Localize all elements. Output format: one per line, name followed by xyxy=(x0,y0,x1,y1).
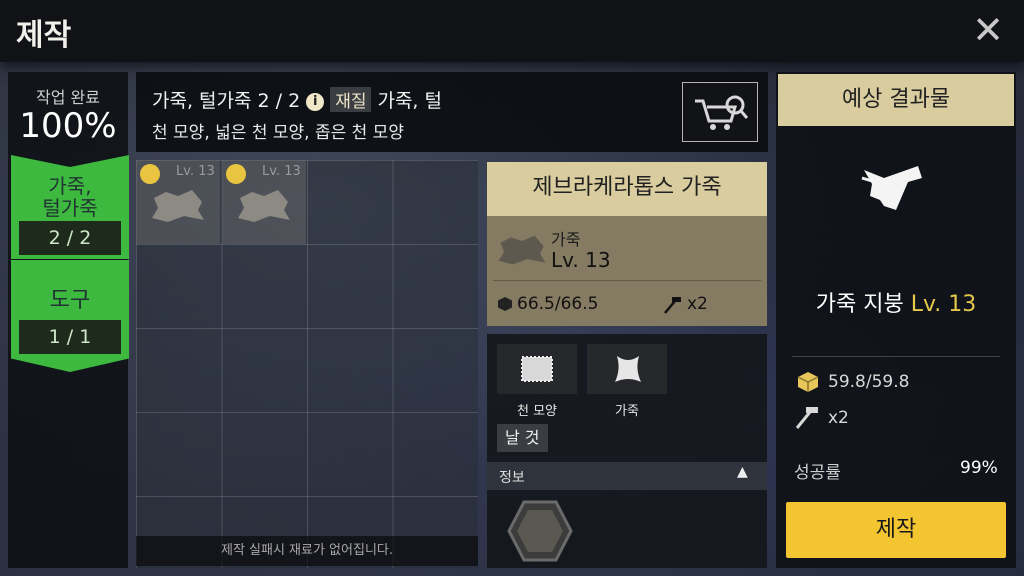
divider xyxy=(792,356,1000,357)
category-tool-count: 1 / 1 xyxy=(19,320,121,354)
category-leather-label-2: 털가죽 xyxy=(42,196,98,220)
cart-search-icon xyxy=(695,95,749,130)
selected-material-panel: 제브라케라톱스 가죽 가죽 Lv. 13 66.5/66.5 x2 xyxy=(487,162,767,326)
leather-icon xyxy=(152,190,204,222)
progress-sidebar: 작업 완료 100% 가죽, 털가죽 2 / 2 도구 1 / 1 xyxy=(8,72,129,568)
selected-hammer-count: x2 xyxy=(687,294,708,314)
fail-note: 제작 실패시 재료가 없어집니다. xyxy=(136,536,478,566)
hexagon-slot-icon[interactable] xyxy=(507,500,573,562)
category-leather-count: 2 / 2 xyxy=(19,221,121,255)
result-panel: 예상 결과물 가죽 지붕 Lv. 13 59.8/59.8 x2 성공률 99%… xyxy=(776,72,1016,568)
shop-search-button[interactable] xyxy=(682,82,758,142)
material-type-label: 가죽 xyxy=(615,404,639,419)
category-leather[interactable]: 가죽, 털가죽 2 / 2 xyxy=(11,155,129,259)
selected-item-level: Lv. 13 xyxy=(551,248,611,272)
category-tool-label: 도구 xyxy=(49,288,91,313)
hammer-icon xyxy=(664,297,681,314)
selected-material-title: 제브라케라톱스 가죽 xyxy=(487,162,767,216)
durability-cube-icon xyxy=(797,372,819,392)
slot-level: Lv. 13 xyxy=(176,164,215,179)
slot-level: Lv. 13 xyxy=(262,164,301,179)
requirement-title: 가죽, 털가죽 2 / 2 xyxy=(152,90,301,112)
material-type-slot[interactable] xyxy=(587,344,667,394)
close-icon[interactable]: ✕ xyxy=(968,10,1008,50)
material-tag: 재질 xyxy=(330,87,372,112)
selected-durability: 66.5/66.5 xyxy=(517,294,599,314)
result-title: 예상 결과물 xyxy=(778,74,1014,126)
info-toggle[interactable]: 정보 ▲ xyxy=(487,462,767,490)
divider xyxy=(493,280,761,281)
materials-line-2: 천 모양, 넓은 천 모양, 좁은 천 모양 xyxy=(152,123,404,143)
info-icon[interactable]: i xyxy=(306,93,325,111)
craft-button[interactable]: 제작 xyxy=(786,502,1006,558)
material-slot[interactable]: Lv. 13 xyxy=(222,160,306,244)
top-bar: 제작 ✕ xyxy=(0,0,1024,62)
attributes-panel: 천 모양 가죽 날 것 정보 ▲ xyxy=(487,334,767,568)
result-item-level: Lv. 13 xyxy=(910,292,977,317)
shape-slot[interactable] xyxy=(497,344,577,394)
result-name: 가죽 지붕 Lv. 13 xyxy=(776,286,1016,318)
complete-value: 100% xyxy=(19,106,117,146)
check-icon xyxy=(226,164,254,206)
collapse-arrow-icon: ▲ xyxy=(737,464,748,480)
info-label: 정보 xyxy=(499,470,525,486)
durability-cube-icon xyxy=(498,297,512,311)
leather-type-icon xyxy=(615,356,641,382)
success-rate-value: 99% xyxy=(960,458,998,478)
shape-label: 천 모양 xyxy=(516,404,557,419)
category-tool[interactable]: 도구 1 / 1 xyxy=(11,260,129,372)
requirement-line: 가죽, 털가죽 2 / 2 i 재질 가죽, 털 xyxy=(152,86,442,113)
success-rate-label: 성공률 xyxy=(794,463,841,483)
leather-icon xyxy=(498,235,546,265)
category-leather-label-1: 가죽, xyxy=(48,174,92,198)
material-slot[interactable]: Lv. 13 xyxy=(136,160,220,244)
requirement-panel: 가죽, 털가죽 2 / 2 i 재질 가죽, 털 천 모양, 넓은 천 모양, 좁은 … xyxy=(136,72,768,152)
complete-label: 작업 완료 xyxy=(36,88,100,107)
hammer-icon xyxy=(795,407,818,429)
selected-item-name: 가죽 xyxy=(551,230,581,249)
blade-tag: 날 것 xyxy=(497,424,548,452)
result-durability: 59.8/59.8 xyxy=(828,372,910,392)
result-item-name: 가죽 지붕 xyxy=(815,292,904,317)
result-hammer-count: x2 xyxy=(828,408,849,428)
leather-icon xyxy=(238,190,290,222)
cloth-shape-icon xyxy=(521,356,553,382)
check-icon xyxy=(140,164,168,206)
material-grid: Lv. 13 Lv. 13 xyxy=(136,160,478,568)
leather-roof-icon xyxy=(861,166,922,210)
page-title: 제작 xyxy=(16,18,72,53)
materials-line-1: 가죽, 털 xyxy=(377,90,442,112)
